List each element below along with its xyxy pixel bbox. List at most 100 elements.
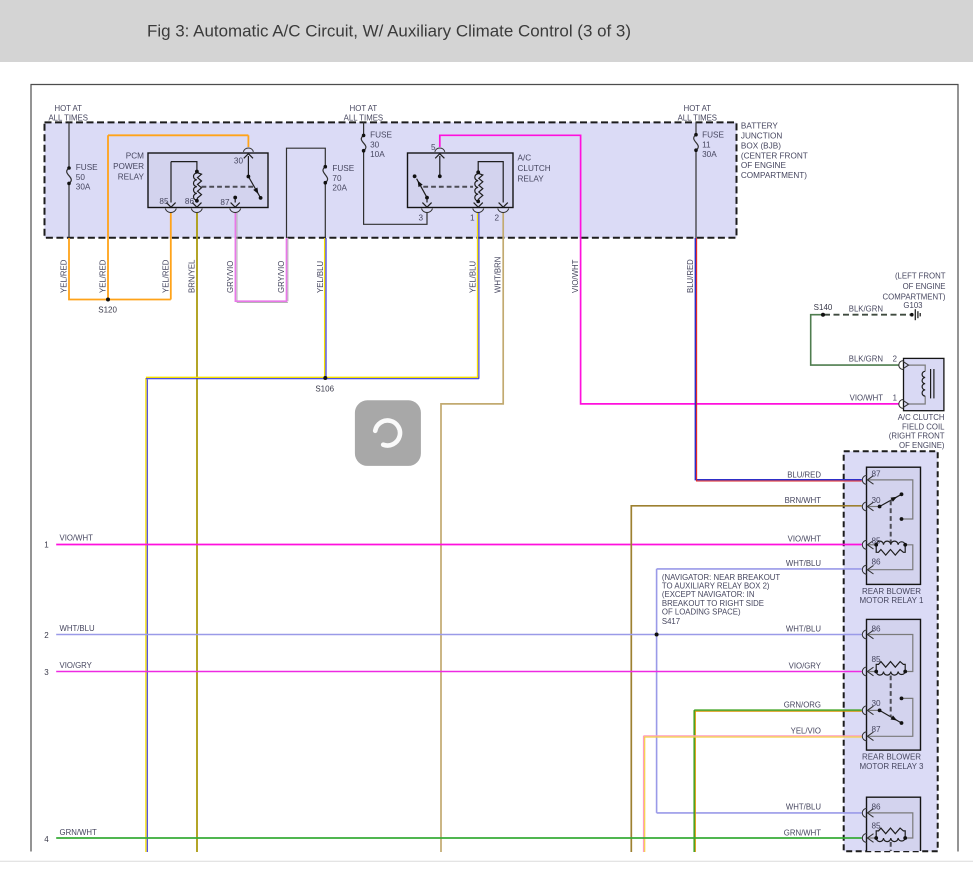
svg-text:ALL TIMES: ALL TIMES xyxy=(48,113,87,122)
svg-text:S140: S140 xyxy=(814,303,833,312)
svg-text:3: 3 xyxy=(418,214,423,223)
svg-text:86: 86 xyxy=(872,625,882,634)
svg-text:GRN/ORG: GRN/ORG xyxy=(784,700,821,709)
svg-text:WHT/BLU: WHT/BLU xyxy=(786,624,821,633)
svg-text:A/C: A/C xyxy=(518,154,532,163)
svg-text:S120: S120 xyxy=(98,306,117,315)
svg-text:1: 1 xyxy=(44,541,49,550)
svg-text:1: 1 xyxy=(893,394,897,403)
svg-text:YEL/RED: YEL/RED xyxy=(60,259,69,293)
svg-text:BLK/GRN: BLK/GRN xyxy=(849,355,883,364)
svg-text:BLU/RED: BLU/RED xyxy=(787,471,821,480)
svg-text:RELAY: RELAY xyxy=(118,173,145,182)
svg-text:1: 1 xyxy=(470,214,475,223)
svg-text:OF LOADING SPACE): OF LOADING SPACE) xyxy=(662,607,741,616)
svg-text:REAR BLOWER: REAR BLOWER xyxy=(862,753,921,762)
svg-text:30A: 30A xyxy=(702,150,717,159)
svg-text:REAR BLOWER: REAR BLOWER xyxy=(862,587,921,596)
svg-text:S417: S417 xyxy=(662,617,680,626)
svg-text:30: 30 xyxy=(872,496,882,505)
svg-text:86: 86 xyxy=(872,803,882,812)
svg-text:HOT AT: HOT AT xyxy=(54,104,82,113)
svg-text:VIO/WHT: VIO/WHT xyxy=(60,534,94,543)
svg-text:YEL/BLU: YEL/BLU xyxy=(316,261,325,293)
svg-text:BRN/WHT: BRN/WHT xyxy=(785,496,822,505)
svg-text:RELAY: RELAY xyxy=(518,175,545,184)
svg-text:(RIGHT FRONT: (RIGHT FRONT xyxy=(889,432,945,441)
svg-text:BLK/GRN: BLK/GRN xyxy=(849,305,883,314)
svg-text:ALL TIMES: ALL TIMES xyxy=(678,113,717,122)
svg-text:FUSE: FUSE xyxy=(332,164,354,173)
svg-text:OF ENGINE: OF ENGINE xyxy=(903,282,946,291)
svg-text:FUSE: FUSE xyxy=(702,131,724,140)
svg-text:3: 3 xyxy=(44,668,49,677)
svg-text:30A: 30A xyxy=(76,182,91,191)
svg-text:WHT/BRN: WHT/BRN xyxy=(494,257,503,293)
svg-text:2: 2 xyxy=(494,214,499,223)
svg-text:BATTERY: BATTERY xyxy=(741,122,779,131)
svg-text:5: 5 xyxy=(431,143,436,152)
svg-text:GRN/WHT: GRN/WHT xyxy=(784,828,821,837)
svg-text:BLU/RED: BLU/RED xyxy=(686,259,695,293)
svg-text:WHT/BLU: WHT/BLU xyxy=(786,559,821,568)
svg-text:30: 30 xyxy=(370,141,380,150)
svg-text:30: 30 xyxy=(234,157,244,166)
svg-text:86: 86 xyxy=(872,557,882,566)
svg-text:MOTOR RELAY 1: MOTOR RELAY 1 xyxy=(859,596,924,605)
svg-text:YEL/RED: YEL/RED xyxy=(161,259,170,293)
svg-text:VIO/GRY: VIO/GRY xyxy=(60,661,93,670)
svg-text:COMPARTMENT): COMPARTMENT) xyxy=(741,171,807,180)
svg-text:VIO/WHT: VIO/WHT xyxy=(850,394,884,403)
svg-text:JUNCTION: JUNCTION xyxy=(741,132,782,141)
svg-text:WHT/BLU: WHT/BLU xyxy=(786,803,821,812)
svg-text:ALL TIMES: ALL TIMES xyxy=(344,113,383,122)
svg-text:10A: 10A xyxy=(370,150,385,159)
svg-text:GRY/VIO: GRY/VIO xyxy=(277,261,286,293)
svg-text:VIO/WHT: VIO/WHT xyxy=(571,259,580,293)
svg-text:(LEFT FRONT: (LEFT FRONT xyxy=(895,272,946,281)
svg-text:85: 85 xyxy=(872,821,882,830)
svg-text:50: 50 xyxy=(76,173,86,182)
svg-text:YEL/VIO: YEL/VIO xyxy=(791,726,821,735)
svg-text:2: 2 xyxy=(893,355,897,364)
svg-text:OF ENGINE: OF ENGINE xyxy=(741,161,787,170)
svg-text:11: 11 xyxy=(702,141,711,150)
svg-text:A/C CLUTCH: A/C CLUTCH xyxy=(898,413,945,422)
svg-text:YEL/BLU: YEL/BLU xyxy=(469,261,478,293)
svg-text:85: 85 xyxy=(872,655,882,664)
svg-text:BRN/YEL: BRN/YEL xyxy=(188,259,197,293)
svg-text:VIO/WHT: VIO/WHT xyxy=(788,534,822,543)
svg-text:MOTOR RELAY 3: MOTOR RELAY 3 xyxy=(859,762,924,771)
svg-text:BOX (BJB): BOX (BJB) xyxy=(741,141,781,150)
svg-text:30: 30 xyxy=(872,699,882,708)
svg-text:4: 4 xyxy=(44,835,49,844)
svg-text:87: 87 xyxy=(220,198,230,207)
svg-text:FUSE: FUSE xyxy=(76,163,98,172)
svg-text:S106: S106 xyxy=(315,385,334,394)
svg-text:OF ENGINE): OF ENGINE) xyxy=(899,441,945,450)
svg-text:87: 87 xyxy=(872,469,882,478)
svg-text:85: 85 xyxy=(872,536,882,545)
svg-text:GRN/WHT: GRN/WHT xyxy=(60,828,97,837)
svg-text:FUSE: FUSE xyxy=(370,131,392,140)
svg-text:COMPARTMENT): COMPARTMENT) xyxy=(883,292,946,301)
svg-text:G103: G103 xyxy=(903,301,922,310)
svg-text:CLUTCH: CLUTCH xyxy=(518,164,551,173)
svg-text:Fig 3: Automatic A/C Circuit,: Fig 3: Automatic A/C Circuit, W/ Auxilia… xyxy=(147,22,631,41)
svg-text:87: 87 xyxy=(872,725,882,734)
svg-text:WHT/BLU: WHT/BLU xyxy=(60,624,95,633)
svg-text:20A: 20A xyxy=(332,184,347,193)
svg-text:PCM: PCM xyxy=(126,152,144,161)
svg-text:86: 86 xyxy=(185,197,195,206)
svg-text:HOT AT: HOT AT xyxy=(684,104,712,113)
svg-text:YEL/RED: YEL/RED xyxy=(99,259,108,293)
svg-text:2: 2 xyxy=(44,631,49,640)
svg-text:GRY/VIO: GRY/VIO xyxy=(226,261,235,293)
svg-text:VIO/GRY: VIO/GRY xyxy=(789,661,822,670)
svg-text:70: 70 xyxy=(332,174,342,183)
svg-text:HOT AT: HOT AT xyxy=(350,104,378,113)
svg-text:(CENTER FRONT: (CENTER FRONT xyxy=(741,151,808,160)
svg-text:85: 85 xyxy=(159,197,169,206)
svg-text:POWER: POWER xyxy=(113,162,144,171)
svg-text:FIELD COIL: FIELD COIL xyxy=(902,422,945,431)
